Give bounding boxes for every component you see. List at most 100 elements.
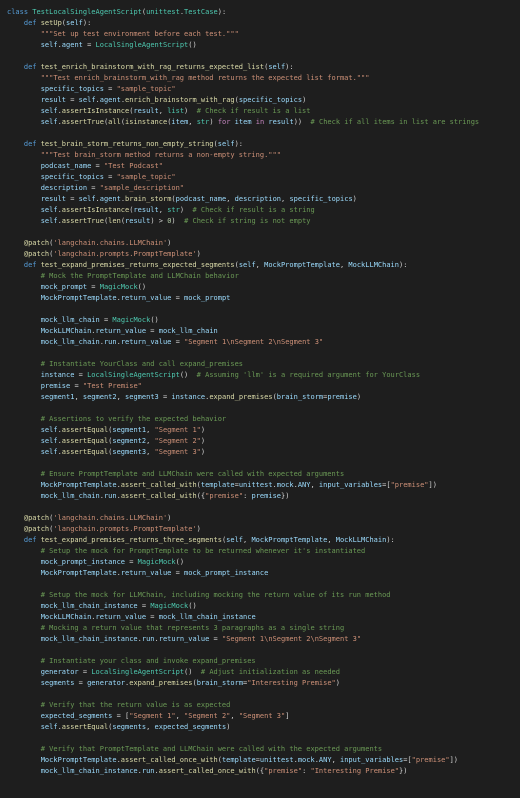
code-line[interactable]: segment1, segment2, segment3 = instance.… bbox=[0, 392, 520, 403]
code-line[interactable]: mock_llm_chain_instance = MagicMock() bbox=[0, 601, 520, 612]
code-line[interactable]: mock_llm_chain_instance.run.return_value… bbox=[0, 634, 520, 645]
code-token: self bbox=[40, 107, 58, 115]
code-line[interactable]: # Mock the PromptTemplate and LLMChain b… bbox=[0, 271, 520, 282]
code-line[interactable]: mock_llm_chain_instance.run.assert_calle… bbox=[0, 766, 520, 777]
code-token: "premise" bbox=[411, 756, 450, 764]
code-line[interactable]: self.assertEqual(segment3, "Segment 3") bbox=[0, 447, 520, 458]
code-line[interactable]: # Instantiate YourClass and call expand_… bbox=[0, 359, 520, 370]
code-line[interactable] bbox=[0, 579, 520, 590]
code-token: self bbox=[40, 118, 58, 126]
code-token: , bbox=[146, 723, 155, 731]
code-token: ) bbox=[302, 96, 307, 104]
code-token: = bbox=[74, 371, 88, 379]
code-line[interactable] bbox=[0, 645, 520, 656]
code-line[interactable]: mock_prompt_instance = MagicMock() bbox=[0, 557, 520, 568]
code-line[interactable]: self.assertIsInstance(result, list) # Ch… bbox=[0, 106, 520, 117]
code-line[interactable]: # Verify that the return value is as exp… bbox=[0, 700, 520, 711]
code-line[interactable]: result = self.agent.brain_storm(podcast_… bbox=[0, 194, 520, 205]
code-token: mock_llm_chain bbox=[158, 327, 218, 335]
code-token: assert_called_once_with bbox=[120, 756, 218, 764]
code-line[interactable]: mock_llm_chain.run.return_value = "Segme… bbox=[0, 337, 520, 348]
code-line[interactable] bbox=[0, 403, 520, 414]
code-token: () bbox=[137, 283, 147, 291]
code-line[interactable]: podcast_name = "Test Podcast" bbox=[0, 161, 520, 172]
code-line[interactable]: mock_llm_chain.run.assert_called_with({"… bbox=[0, 491, 520, 502]
code-token: # Check if all items in list are strings bbox=[310, 118, 480, 126]
code-token: , bbox=[331, 756, 340, 764]
code-line[interactable]: """Set up test environment before each t… bbox=[0, 29, 520, 40]
code-line[interactable]: specific_topics = "sample_topic" bbox=[0, 84, 520, 95]
code-token: mock_llm_chain bbox=[40, 492, 100, 500]
code-line[interactable]: self.assertEqual(segment2, "Segment 2") bbox=[0, 436, 520, 447]
code-line[interactable]: # Verify that PromptTemplate and LLMChai… bbox=[0, 744, 520, 755]
code-line[interactable]: self.assertTrue(all(isinstance(item, str… bbox=[0, 117, 520, 128]
code-line[interactable]: def test_enrich_brainstorm_with_rag_retu… bbox=[0, 62, 520, 73]
code-line[interactable]: def setUp(self): bbox=[0, 18, 520, 29]
code-token: str bbox=[196, 118, 210, 126]
code-line[interactable] bbox=[0, 128, 520, 139]
code-line[interactable]: MockPromptTemplate.assert_called_with(te… bbox=[0, 480, 520, 491]
code-line[interactable]: MockLLMChain.return_value = mock_llm_cha… bbox=[0, 326, 520, 337]
code-line[interactable] bbox=[0, 304, 520, 315]
code-line[interactable]: def test_expand_premises_returns_three_s… bbox=[0, 535, 520, 546]
code-line[interactable]: def test_expand_premises_returns_expecte… bbox=[0, 260, 520, 271]
code-line[interactable] bbox=[0, 502, 520, 513]
code-line[interactable] bbox=[0, 689, 520, 700]
code-line[interactable]: generator = LocalSingleAgentScript() # A… bbox=[0, 667, 520, 678]
code-line[interactable]: # Ensure PromptTemplate and LLMChain wer… bbox=[0, 469, 520, 480]
code-line[interactable]: @patch('langchain.chains.LLMChain') bbox=[0, 238, 520, 249]
code-line[interactable] bbox=[0, 733, 520, 744]
code-token: # Ensure PromptTemplate and LLMChain wer… bbox=[40, 470, 345, 478]
code-line[interactable] bbox=[0, 458, 520, 469]
code-line[interactable]: specific_topics = "sample_topic" bbox=[0, 172, 520, 183]
code-line[interactable]: """Test enrich_brainstorm_with_rag metho… bbox=[0, 73, 520, 84]
code-line[interactable]: premise = "Test Premise" bbox=[0, 381, 520, 392]
code-editor[interactable]: class TestLocalSingleAgentScript(unittes… bbox=[0, 0, 520, 798]
code-line[interactable]: self.assertEqual(segment1, "Segment 1") bbox=[0, 425, 520, 436]
code-line[interactable]: self.assertTrue(len(result) > 0) # Check… bbox=[0, 216, 520, 227]
code-line[interactable] bbox=[0, 227, 520, 238]
code-token: # Adjust initialization as needed bbox=[200, 668, 340, 676]
code-line[interactable]: @patch('langchain.chains.LLMChain') bbox=[0, 513, 520, 524]
code-line[interactable]: segments = generator.expand_premises(bra… bbox=[0, 678, 520, 689]
code-line[interactable]: instance = LocalSingleAgentScript() # As… bbox=[0, 370, 520, 381]
code-line[interactable]: description = "sample_description" bbox=[0, 183, 520, 194]
code-line[interactable]: @patch('langchain.prompts.PromptTemplate… bbox=[0, 249, 520, 260]
code-line[interactable]: MockPromptTemplate.return_value = mock_p… bbox=[0, 568, 520, 579]
code-line[interactable]: MockPromptTemplate.assert_called_once_wi… bbox=[0, 755, 520, 766]
code-line[interactable]: MockPromptTemplate.return_value = mock_p… bbox=[0, 293, 520, 304]
code-token: = bbox=[87, 283, 100, 291]
code-line[interactable]: # Setup the mock for PromptTemplate to b… bbox=[0, 546, 520, 557]
code-line[interactable]: """Test brain_storm method returns a non… bbox=[0, 150, 520, 161]
code-line[interactable]: expected_segments = ["Segment 1", "Segme… bbox=[0, 711, 520, 722]
code-token: , bbox=[230, 712, 239, 720]
code-token: agent bbox=[61, 41, 83, 49]
code-token: self bbox=[66, 19, 83, 27]
code-line[interactable]: # Mocking a return value that represents… bbox=[0, 623, 520, 634]
code-line[interactable]: class TestLocalSingleAgentScript(unittes… bbox=[0, 7, 520, 18]
code-line[interactable]: # Setup the mock for LLMChain, including… bbox=[0, 590, 520, 601]
code-token: generator bbox=[40, 668, 79, 676]
code-line[interactable]: # Instantiate your class and invoke expa… bbox=[0, 656, 520, 667]
code-line[interactable]: self.assertIsInstance(result, str) # Che… bbox=[0, 205, 520, 216]
code-line[interactable]: result = self.agent.enrich_brainstorm_wi… bbox=[0, 95, 520, 106]
code-token: mock_prompt_instance bbox=[40, 558, 126, 566]
code-token: "premise" bbox=[264, 767, 303, 775]
code-line[interactable]: # Assertions to verify the expected beha… bbox=[0, 414, 520, 425]
code-line[interactable]: @patch('langchain.prompts.PromptTemplate… bbox=[0, 524, 520, 535]
code-token: self bbox=[40, 41, 58, 49]
code-token: result bbox=[133, 206, 159, 214]
code-line[interactable]: def test_brain_storm_returns_non_empty_s… bbox=[0, 139, 520, 150]
code-line[interactable]: self.assertEqual(segments, expected_segm… bbox=[0, 722, 520, 733]
code-line[interactable] bbox=[0, 348, 520, 359]
code-token: assertIsInstance bbox=[61, 206, 130, 214]
code-line[interactable]: MockLLMChain.return_value = mock_llm_cha… bbox=[0, 612, 520, 623]
code-line[interactable] bbox=[0, 51, 520, 62]
code-line[interactable]: mock_llm_chain = MagicMock() bbox=[0, 315, 520, 326]
code-line[interactable]: mock_prompt = MagicMock() bbox=[0, 282, 520, 293]
code-line[interactable]: self.agent = LocalSingleAgentScript() bbox=[0, 40, 520, 51]
